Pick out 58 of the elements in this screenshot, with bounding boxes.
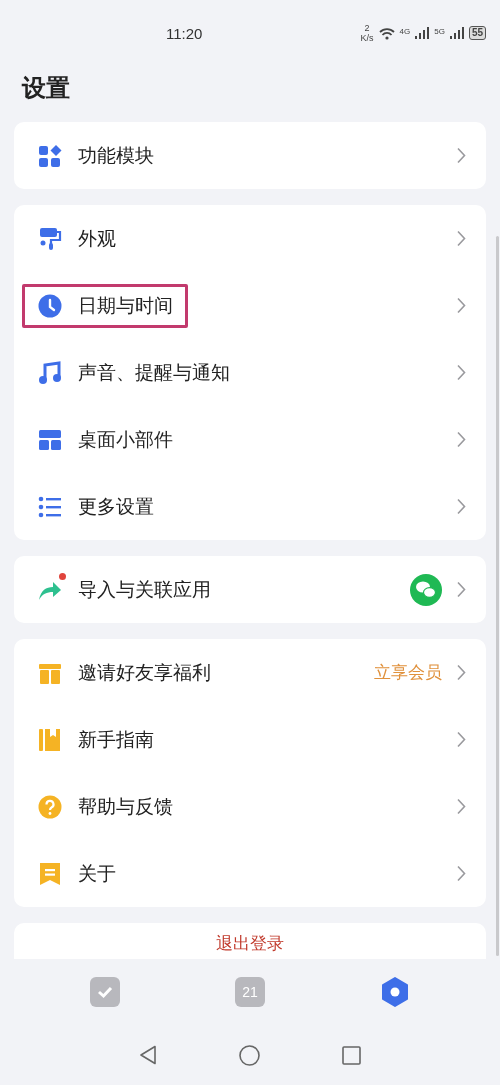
settings-label: 日期与时间 xyxy=(78,293,173,318)
settings-row[interactable]: 更多设置 xyxy=(14,473,486,540)
settings-label: 外观 xyxy=(78,226,116,251)
wifi-icon xyxy=(378,26,395,40)
network-type: 5G xyxy=(434,27,445,36)
chevron-right-icon xyxy=(456,581,466,598)
scrollbar[interactable] xyxy=(496,236,499,956)
settings-row[interactable]: 导入与关联应用 xyxy=(14,556,486,623)
settings-label: 帮助与反馈 xyxy=(78,794,173,819)
settings-row[interactable]: 功能模块 xyxy=(14,122,486,189)
recents-icon[interactable] xyxy=(342,1045,361,1065)
book-icon xyxy=(38,727,62,752)
paint-roller-icon xyxy=(38,226,62,251)
settings-label: 新手指南 xyxy=(78,727,154,752)
chevron-right-icon xyxy=(456,731,466,748)
home-icon[interactable] xyxy=(239,1044,260,1066)
bookmark-icon xyxy=(38,861,62,886)
battery-level: 55 xyxy=(468,26,486,40)
settings-row[interactable]: 日期与时间 xyxy=(14,272,486,339)
settings-row[interactable]: 帮助与反馈 xyxy=(14,773,486,840)
chevron-right-icon xyxy=(456,865,466,882)
settings-label: 声音、提醒与通知 xyxy=(78,360,230,385)
settings-label: 功能模块 xyxy=(78,143,154,168)
layout-icon xyxy=(38,427,62,452)
grid-icon xyxy=(38,143,62,168)
settings-row[interactable]: 邀请好友享福利 立享会员 xyxy=(14,639,486,706)
settings-label: 桌面小部件 xyxy=(78,427,173,452)
chevron-right-icon xyxy=(456,798,466,815)
settings-label: 邀请好友享福利 xyxy=(78,660,211,685)
settings-label: 导入与关联应用 xyxy=(78,577,211,602)
promo-text: 立享会员 xyxy=(374,662,442,684)
logout-button[interactable]: 退出登录 xyxy=(216,932,284,959)
settings-row[interactable]: 声音、提醒与通知 xyxy=(14,339,486,406)
settings-row[interactable]: 桌面小部件 xyxy=(14,406,486,473)
music-note-icon xyxy=(38,360,62,385)
chevron-right-icon xyxy=(456,498,466,515)
settings-label: 更多设置 xyxy=(78,494,154,519)
back-icon[interactable] xyxy=(139,1045,157,1065)
clock-time: 11:20 xyxy=(166,24,203,42)
chevron-right-icon xyxy=(456,230,466,247)
list-icon xyxy=(38,494,62,519)
help-icon xyxy=(38,794,62,819)
chevron-right-icon xyxy=(456,431,466,448)
settings-tab[interactable] xyxy=(380,977,411,1007)
signal-icon xyxy=(415,27,430,39)
settings-label: 关于 xyxy=(78,861,116,886)
chevron-right-icon xyxy=(456,147,466,164)
chevron-right-icon xyxy=(456,364,466,381)
page-title: 设置 xyxy=(22,73,71,103)
chevron-right-icon xyxy=(456,297,466,314)
chevron-right-icon xyxy=(456,664,466,681)
settings-row[interactable]: 新手指南 xyxy=(14,706,486,773)
settings-row[interactable]: 关于 xyxy=(14,840,486,907)
signal-icon xyxy=(449,27,464,39)
network-speed: 2 K/s xyxy=(360,23,374,43)
settings-row[interactable]: 外观 xyxy=(14,205,486,272)
clock-icon xyxy=(38,293,62,318)
network-type: 4G xyxy=(399,27,411,36)
